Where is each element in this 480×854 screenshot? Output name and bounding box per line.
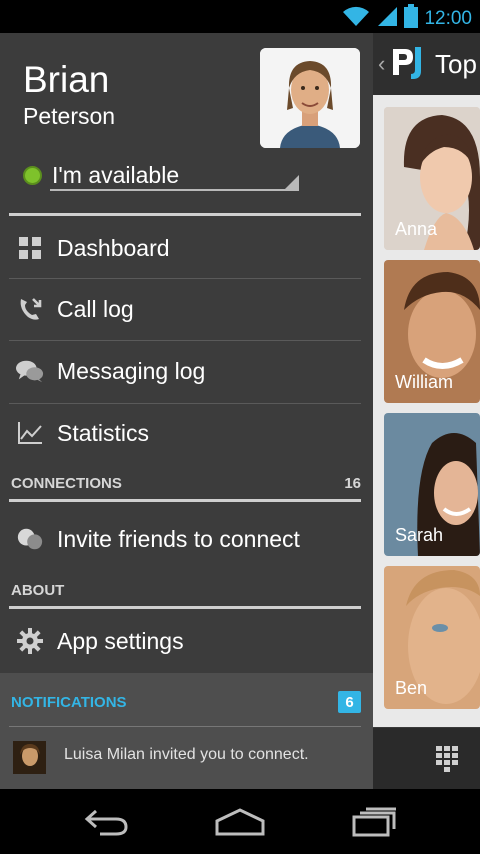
person-card-william[interactable]: William [384, 260, 480, 403]
menu-item-messaging-log[interactable]: Messaging log [0, 341, 373, 401]
divider [9, 499, 361, 502]
navigation-drawer: Brian Peterson I'm available Dashboard C… [0, 33, 373, 789]
menu-item-call-log[interactable]: Call log [0, 279, 373, 339]
connections-title: CONNECTIONS [11, 474, 122, 492]
notification-message[interactable]: Luisa Milan invited you to connect. [64, 746, 309, 764]
notifications-title: NOTIFICATIONS [11, 693, 127, 711]
wifi-icon [342, 5, 370, 32]
status-bar: 12:00 [0, 0, 480, 33]
person-name: Sarah [395, 525, 444, 545]
notifications-header: NOTIFICATIONS 6 [11, 690, 361, 714]
recents-icon[interactable] [352, 807, 398, 842]
profile-first-name: Brian [23, 59, 110, 100]
notifications-count-badge: 6 [338, 691, 361, 713]
menu-item-statistics[interactable]: Statistics [0, 403, 373, 463]
content-title: Top [435, 49, 477, 79]
person-card-anna[interactable]: Anna [384, 107, 480, 250]
person-name: William [395, 372, 453, 392]
gear-icon [16, 627, 44, 655]
menu-item-app-settings[interactable]: App settings [0, 611, 373, 671]
dashboard-icon [16, 234, 44, 262]
person-card-ben[interactable]: Ben [384, 566, 480, 709]
notification-avatar[interactable] [13, 741, 46, 774]
menu-label-invite-friends: Invite friends to connect [57, 525, 300, 552]
dropdown-triangle-icon [285, 175, 299, 189]
connections-header: CONNECTIONS 16 [11, 470, 361, 496]
call-log-icon [16, 295, 44, 323]
connections-count: 16 [344, 474, 361, 492]
system-nav-bar [0, 789, 480, 854]
notifications-panel: NOTIFICATIONS 6 Luisa Milan invited you … [0, 673, 373, 789]
person-card-sarah[interactable]: Sarah [384, 413, 480, 556]
divider [9, 606, 361, 609]
app-bar: ‹ Top [373, 33, 480, 95]
home-icon[interactable] [215, 807, 265, 842]
divider [9, 726, 361, 727]
menu-label-app-settings: App settings [57, 627, 184, 654]
menu-label-statistics: Statistics [57, 419, 150, 446]
menu-label-call-log: Call log [57, 295, 134, 322]
availability-selector[interactable]: I'm available [23, 161, 299, 191]
app-logo-icon[interactable] [391, 45, 423, 81]
person-name: Ben [395, 678, 428, 698]
availability-label: I'm available [52, 162, 180, 188]
main-content: ‹ Top Anna William Sarah Ben [373, 33, 480, 789]
chat-bubbles-icon [16, 357, 44, 385]
dialpad-icon[interactable] [436, 746, 458, 777]
menu-item-invite-friends[interactable]: Invite friends to connect [0, 509, 373, 569]
availability-dropdown[interactable]: I'm available [50, 161, 299, 191]
chart-line-icon [16, 419, 44, 447]
person-name: Anna [395, 219, 438, 239]
divider [9, 213, 361, 216]
content-bottom-bar [373, 727, 480, 789]
profile-last-name: Peterson [23, 103, 116, 129]
availability-indicator [23, 166, 42, 185]
clock: 12:00 [424, 7, 472, 29]
signal-icon [376, 5, 398, 32]
connect-people-icon [16, 525, 44, 553]
back-icon[interactable] [84, 807, 130, 842]
chevron-left-icon[interactable]: ‹ [378, 51, 385, 77]
battery-icon [404, 4, 419, 33]
menu-label-dashboard: Dashboard [57, 234, 170, 261]
menu-label-messaging-log: Messaging log [57, 357, 206, 384]
avatar[interactable] [260, 48, 360, 148]
menu-item-dashboard[interactable]: Dashboard [0, 218, 373, 278]
about-title: ABOUT [11, 581, 65, 599]
about-header: ABOUT [11, 577, 361, 603]
